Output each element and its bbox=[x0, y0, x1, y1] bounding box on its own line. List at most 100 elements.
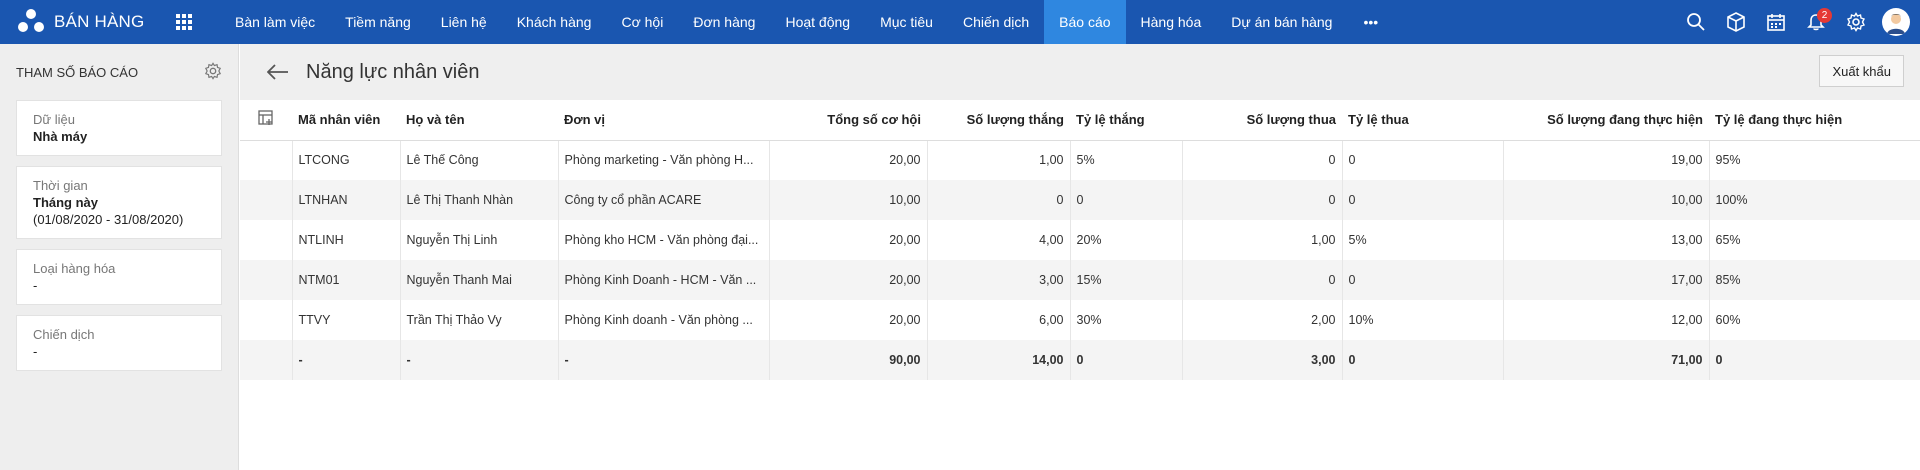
nav-item-hang-hoa[interactable]: Hàng hóa bbox=[1126, 0, 1217, 44]
cell-unit: Phòng kho HCM - Văn phòng đại... bbox=[557, 220, 769, 260]
header-in-progress-count[interactable]: Số lượng đang thực hiện bbox=[1503, 100, 1709, 141]
cell-employee-code: LTNHAN bbox=[291, 180, 400, 220]
header-in-progress-rate[interactable]: Tỷ lệ đang thực hiện bbox=[1709, 100, 1920, 141]
nav-item-muc-tieu[interactable]: Mục tiêu bbox=[865, 0, 948, 44]
header-won-count[interactable]: Số lượng thắng bbox=[927, 100, 1070, 141]
total-in-progress-count: 71,00 bbox=[1502, 340, 1709, 380]
cell-total-opportunities: 20,00 bbox=[768, 300, 927, 340]
cell-full-name: Lê Thị Thanh Nhàn bbox=[399, 180, 558, 220]
back-arrow-icon[interactable] bbox=[264, 58, 292, 86]
nav-item-tiem-nang[interactable]: Tiềm năng bbox=[330, 0, 426, 44]
header-lost-count[interactable]: Số lượng thua bbox=[1182, 100, 1342, 141]
search-icon[interactable] bbox=[1676, 0, 1716, 44]
nav-item-du-an-ban-hang[interactable]: Dự án bán hàng bbox=[1216, 0, 1347, 44]
header-employee-code[interactable]: Mã nhân viên bbox=[292, 100, 400, 141]
cell-unit: Phòng marketing - Văn phòng H... bbox=[557, 140, 769, 180]
column-settings-icon[interactable] bbox=[240, 100, 292, 141]
param-value: Nhà máy bbox=[33, 129, 88, 144]
cell-loss-rate: 0 bbox=[1341, 140, 1503, 180]
cell-win-rate: 15% bbox=[1069, 260, 1182, 300]
cell-loss-rate: 0 bbox=[1341, 260, 1503, 300]
cell-total-opportunities: 20,00 bbox=[768, 220, 927, 260]
table-row[interactable]: NTLINH Nguyễn Thị Linh Phòng kho HCM - V… bbox=[240, 220, 1920, 260]
cell-unit: Phòng Kinh doanh - Văn phòng ... bbox=[557, 300, 769, 340]
cell-in-progress-count: 19,00 bbox=[1502, 140, 1709, 180]
cell-lost-count: 0 bbox=[1181, 140, 1342, 180]
cell-loss-rate: 10% bbox=[1341, 300, 1503, 340]
cell-unit: Công ty cổ phần ACARE bbox=[557, 180, 769, 220]
param-label: Thời gian bbox=[33, 178, 88, 193]
total-full-name: - bbox=[399, 340, 558, 380]
cell-total-opportunities: 10,00 bbox=[768, 180, 927, 220]
param-value: Tháng này bbox=[33, 195, 99, 210]
cell-win-rate: 20% bbox=[1069, 220, 1182, 260]
header-win-rate[interactable]: Tỷ lệ thắng bbox=[1070, 100, 1182, 141]
param-data-source[interactable]: Dữ liệu Nhà máy bbox=[16, 100, 222, 156]
cell-full-name: Nguyễn Thanh Mai bbox=[399, 260, 558, 300]
header-unit[interactable]: Đơn vị bbox=[558, 100, 769, 141]
row-spacer bbox=[240, 260, 292, 300]
header-loss-rate[interactable]: Tỷ lệ thua bbox=[1342, 100, 1503, 141]
cell-full-name: Nguyễn Thị Linh bbox=[399, 220, 558, 260]
top-icons: 2 bbox=[1676, 0, 1910, 44]
params-settings-gear-icon[interactable] bbox=[204, 61, 222, 83]
header-full-name[interactable]: Họ và tên bbox=[400, 100, 558, 141]
row-spacer bbox=[240, 340, 292, 380]
row-spacer bbox=[240, 180, 292, 220]
table-row[interactable]: NTM01 Nguyễn Thanh Mai Phòng Kinh Doanh … bbox=[240, 260, 1920, 300]
cell-loss-rate: 5% bbox=[1341, 220, 1503, 260]
cell-total-opportunities: 20,00 bbox=[768, 260, 927, 300]
total-lost-count: 3,00 bbox=[1181, 340, 1342, 380]
row-spacer bbox=[240, 300, 292, 340]
row-spacer bbox=[240, 140, 292, 180]
cell-in-progress-rate: 85% bbox=[1708, 260, 1920, 300]
nav-item-don-hang[interactable]: Đơn hàng bbox=[678, 0, 770, 44]
row-spacer bbox=[240, 220, 292, 260]
app-title: BÁN HÀNG bbox=[54, 12, 145, 31]
cell-employee-code: TTVY bbox=[291, 300, 400, 340]
user-avatar[interactable] bbox=[1882, 8, 1910, 36]
cell-win-rate: 30% bbox=[1069, 300, 1182, 340]
calendar-icon[interactable] bbox=[1756, 0, 1796, 44]
nav-item-co-hoi[interactable]: Cơ hội bbox=[606, 0, 678, 44]
notification-badge: 2 bbox=[1817, 8, 1832, 23]
total-won-count: 14,00 bbox=[926, 340, 1070, 380]
nav-item-bao-cao[interactable]: Báo cáo bbox=[1044, 0, 1126, 44]
total-employee-code: - bbox=[291, 340, 400, 380]
param-date-range: (01/08/2020 - 31/08/2020) bbox=[33, 212, 184, 227]
param-label: Chiến dịch bbox=[33, 327, 95, 342]
cell-in-progress-rate: 95% bbox=[1708, 140, 1920, 180]
nav-item-khach-hang[interactable]: Khách hàng bbox=[502, 0, 607, 44]
param-time-period[interactable]: Thời gian Tháng này (01/08/2020 - 31/08/… bbox=[16, 166, 222, 239]
cell-in-progress-count: 12,00 bbox=[1502, 300, 1709, 340]
nav-item-lien-he[interactable]: Liên hệ bbox=[426, 0, 502, 44]
cell-in-progress-count: 13,00 bbox=[1502, 220, 1709, 260]
apps-grid-icon[interactable] bbox=[162, 0, 206, 44]
app-logo-icon bbox=[18, 9, 44, 35]
total-unit: - bbox=[557, 340, 769, 380]
table-row[interactable]: LTNHAN Lê Thị Thanh Nhàn Công ty cổ phần… bbox=[240, 180, 1920, 220]
total-in-progress-rate: 0 bbox=[1708, 340, 1920, 380]
report-params-panel: THAM SỐ BÁO CÁO Dữ liệu Nhà máy Thời gia… bbox=[0, 44, 239, 470]
table-row[interactable]: LTCONG Lê Thế Công Phòng marketing - Văn… bbox=[240, 140, 1920, 180]
nav-more-icon[interactable]: ••• bbox=[1347, 0, 1394, 44]
nav-item-hoat-dong[interactable]: Hoạt động bbox=[770, 0, 865, 44]
param-label: Loại hàng hóa bbox=[33, 261, 116, 276]
page-title: Năng lực nhân viên bbox=[306, 60, 480, 83]
param-campaign[interactable]: Chiến dịch - bbox=[16, 315, 222, 371]
export-button[interactable]: Xuất khẩu bbox=[1819, 55, 1904, 87]
cell-loss-rate: 0 bbox=[1341, 180, 1503, 220]
nav-item-chien-dich[interactable]: Chiến dịch bbox=[948, 0, 1044, 44]
settings-gear-icon[interactable] bbox=[1836, 0, 1876, 44]
params-header: THAM SỐ BÁO CÁO bbox=[0, 44, 238, 100]
cell-lost-count: 0 bbox=[1181, 180, 1342, 220]
param-product-type[interactable]: Loại hàng hóa - bbox=[16, 249, 222, 305]
notification-bell-icon[interactable]: 2 bbox=[1796, 0, 1836, 44]
cell-lost-count: 0 bbox=[1181, 260, 1342, 300]
nav-item-ban-lam-viec[interactable]: Bàn làm việc bbox=[220, 0, 330, 44]
table-row[interactable]: TTVY Trần Thị Thảo Vy Phòng Kinh doanh -… bbox=[240, 300, 1920, 340]
package-box-icon[interactable] bbox=[1716, 0, 1756, 44]
cell-win-rate: 5% bbox=[1069, 140, 1182, 180]
header-total-opportunities[interactable]: Tổng số cơ hội bbox=[769, 100, 927, 141]
param-value: - bbox=[33, 344, 38, 359]
